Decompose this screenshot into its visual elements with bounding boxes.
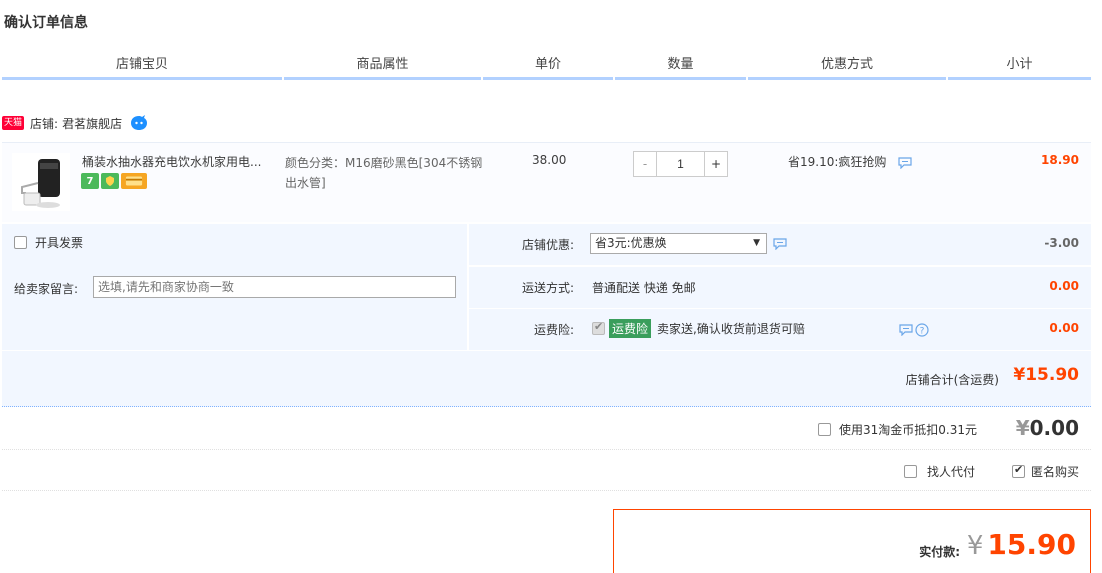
unit-price: 38.00 xyxy=(532,153,567,167)
column-header-attributes: 商品属性 xyxy=(356,57,409,72)
shop-label: 店铺: xyxy=(30,116,59,131)
taobao-coin-label: 使用31淘金币抵扣0.31元 xyxy=(839,423,977,437)
payment-amount-value: 15.90 xyxy=(987,528,1076,561)
credit-card-icon[interactable] xyxy=(121,173,147,189)
item-subtotal: 18.90 xyxy=(1041,153,1079,167)
proxy-pay-option[interactable]: 找人代付 xyxy=(903,463,975,480)
shop-discount-amount: -3.00 xyxy=(1044,236,1079,250)
shop-discount-selected: 省3元:优惠焕 xyxy=(595,236,667,250)
invoice-checkbox[interactable] xyxy=(14,236,27,249)
shop-total-row: 店铺合计(含运费) ¥15.90 xyxy=(2,351,1091,407)
header-divider-gap xyxy=(282,77,284,80)
header-divider xyxy=(2,77,1091,80)
shop-total-amount: ¥15.90 xyxy=(1013,365,1079,385)
seven-day-return-icon[interactable]: 7 xyxy=(81,173,99,189)
column-header-promotion: 优惠方式 xyxy=(820,57,873,72)
payment-label: 实付款: xyxy=(919,545,960,559)
promotion-text: 省19.10:疯狂抢购 xyxy=(788,153,912,170)
coin-amount-value: 0.00 xyxy=(1029,416,1079,440)
yen-symbol: ¥ xyxy=(1015,416,1030,440)
insurance-checkbox xyxy=(592,320,605,335)
insurance-amount: 0.00 xyxy=(1049,321,1079,335)
order-item-row: 桶装水抽水器充电饮水机家用电... 7 颜色分类：M16磨砂黑色[304不锈钢出… xyxy=(2,142,1091,222)
column-header-unit-price: 单价 xyxy=(534,57,561,72)
column-header-subtotal: 小计 xyxy=(1006,57,1033,72)
taobao-coin-option[interactable]: 使用31淘金币抵扣0.31元 xyxy=(818,421,977,438)
quantity-input[interactable] xyxy=(657,152,704,176)
product-attributes: 颜色分类：M16磨砂黑色[304不锈钢出水管] xyxy=(285,156,483,190)
taobao-coin-row: 使用31淘金币抵扣0.31元 ¥0.00 xyxy=(2,408,1091,450)
message-icon[interactable] xyxy=(773,238,787,250)
shipping-amount: 0.00 xyxy=(1049,279,1079,293)
invoice-option[interactable]: 开具发票 xyxy=(14,234,83,251)
product-title-link[interactable]: 桶装水抽水器充电饮水机家用电... xyxy=(82,153,282,170)
message-icon[interactable] xyxy=(898,156,912,169)
quantity-increase-button[interactable]: + xyxy=(704,152,727,176)
order-options-left: 开具发票 给卖家留言: xyxy=(2,224,467,350)
payment-amount: ¥15.90 xyxy=(967,528,1076,561)
seller-remark-input[interactable] xyxy=(93,276,456,298)
header-divider-gap xyxy=(746,77,748,80)
column-header-item: 店铺宝贝 xyxy=(115,57,168,72)
header-divider-gap xyxy=(613,77,615,80)
shipping-row: 运送方式: 普通配送 快递 免邮 0.00 xyxy=(469,267,1091,308)
shipping-label: 运送方式: xyxy=(521,281,574,295)
yen-symbol: ¥ xyxy=(966,531,984,561)
taobao-coin-amount: ¥0.00 xyxy=(1016,416,1079,440)
insurance-value: 运费险 卖家送,确认收货前退货可赔 xyxy=(592,319,805,338)
tmall-badge: 天猫 xyxy=(2,116,25,130)
anonymous-buy-option[interactable]: 匿名购买 xyxy=(1011,463,1079,480)
shop-name-link[interactable]: 君茗旗舰店 xyxy=(62,115,122,132)
column-header-quantity: 数量 xyxy=(667,57,694,72)
anonymous-buy-checkbox[interactable] xyxy=(1011,463,1025,478)
insurance-text: 卖家送,确认收货前退货可赔 xyxy=(657,322,805,336)
quantity-decrease-button[interactable]: - xyxy=(634,152,657,176)
insurance-row: 运费险: 运费险 卖家送,确认收货前退货可赔 ? 0.00 xyxy=(469,309,1091,350)
payment-summary-box: 实付款: ¥15.90 xyxy=(613,509,1091,573)
anonymous-buy-label: 匿名购买 xyxy=(1030,465,1079,479)
insurance-label: 运费险: xyxy=(533,323,574,337)
wangwang-chat-icon[interactable] xyxy=(130,114,148,132)
shop-discount-select[interactable]: 省3元:优惠焕 ▼ xyxy=(590,233,767,254)
proxy-pay-checkbox[interactable] xyxy=(903,465,917,478)
header-divider-gap xyxy=(481,77,483,80)
product-thumbnail[interactable] xyxy=(12,153,70,211)
header-divider-gap xyxy=(946,77,948,80)
invoice-label: 开具发票 xyxy=(35,236,84,250)
shop-total-label: 店铺合计(含运费) xyxy=(905,373,999,387)
quantity-stepper: - + xyxy=(633,151,728,177)
shop-discount-label: 店铺优惠: xyxy=(521,238,574,252)
service-badges: 7 xyxy=(81,173,147,189)
buy-options-row: 找人代付 匿名购买 xyxy=(2,451,1091,491)
proxy-pay-label: 找人代付 xyxy=(926,465,975,479)
order-options-right: 店铺优惠: 省3元:优惠焕 ▼ -3.00 运送方式: 普通配送 快递 免邮 0… xyxy=(469,224,1091,350)
dropdown-arrow-icon: ▼ xyxy=(753,238,760,248)
page-title: 确认订单信息 xyxy=(4,15,88,31)
svg-text:?: ? xyxy=(920,327,925,337)
promotion-label: 省19.10:疯狂抢购 xyxy=(788,155,887,169)
shipping-value: 普通配送 快递 免邮 xyxy=(592,281,696,295)
shop-discount-row: 店铺优惠: 省3元:优惠焕 ▼ -3.00 xyxy=(469,224,1091,265)
message-icon[interactable] xyxy=(899,324,913,336)
insurance-tag: 运费险 xyxy=(609,319,652,338)
taobao-coin-checkbox[interactable] xyxy=(818,423,831,436)
help-icon[interactable]: ? xyxy=(915,323,929,337)
guarantee-icon[interactable] xyxy=(101,173,119,189)
seller-remark-label: 给卖家留言: xyxy=(14,282,79,296)
shop-row: 天猫 店铺: 君茗旗舰店 xyxy=(2,110,148,136)
